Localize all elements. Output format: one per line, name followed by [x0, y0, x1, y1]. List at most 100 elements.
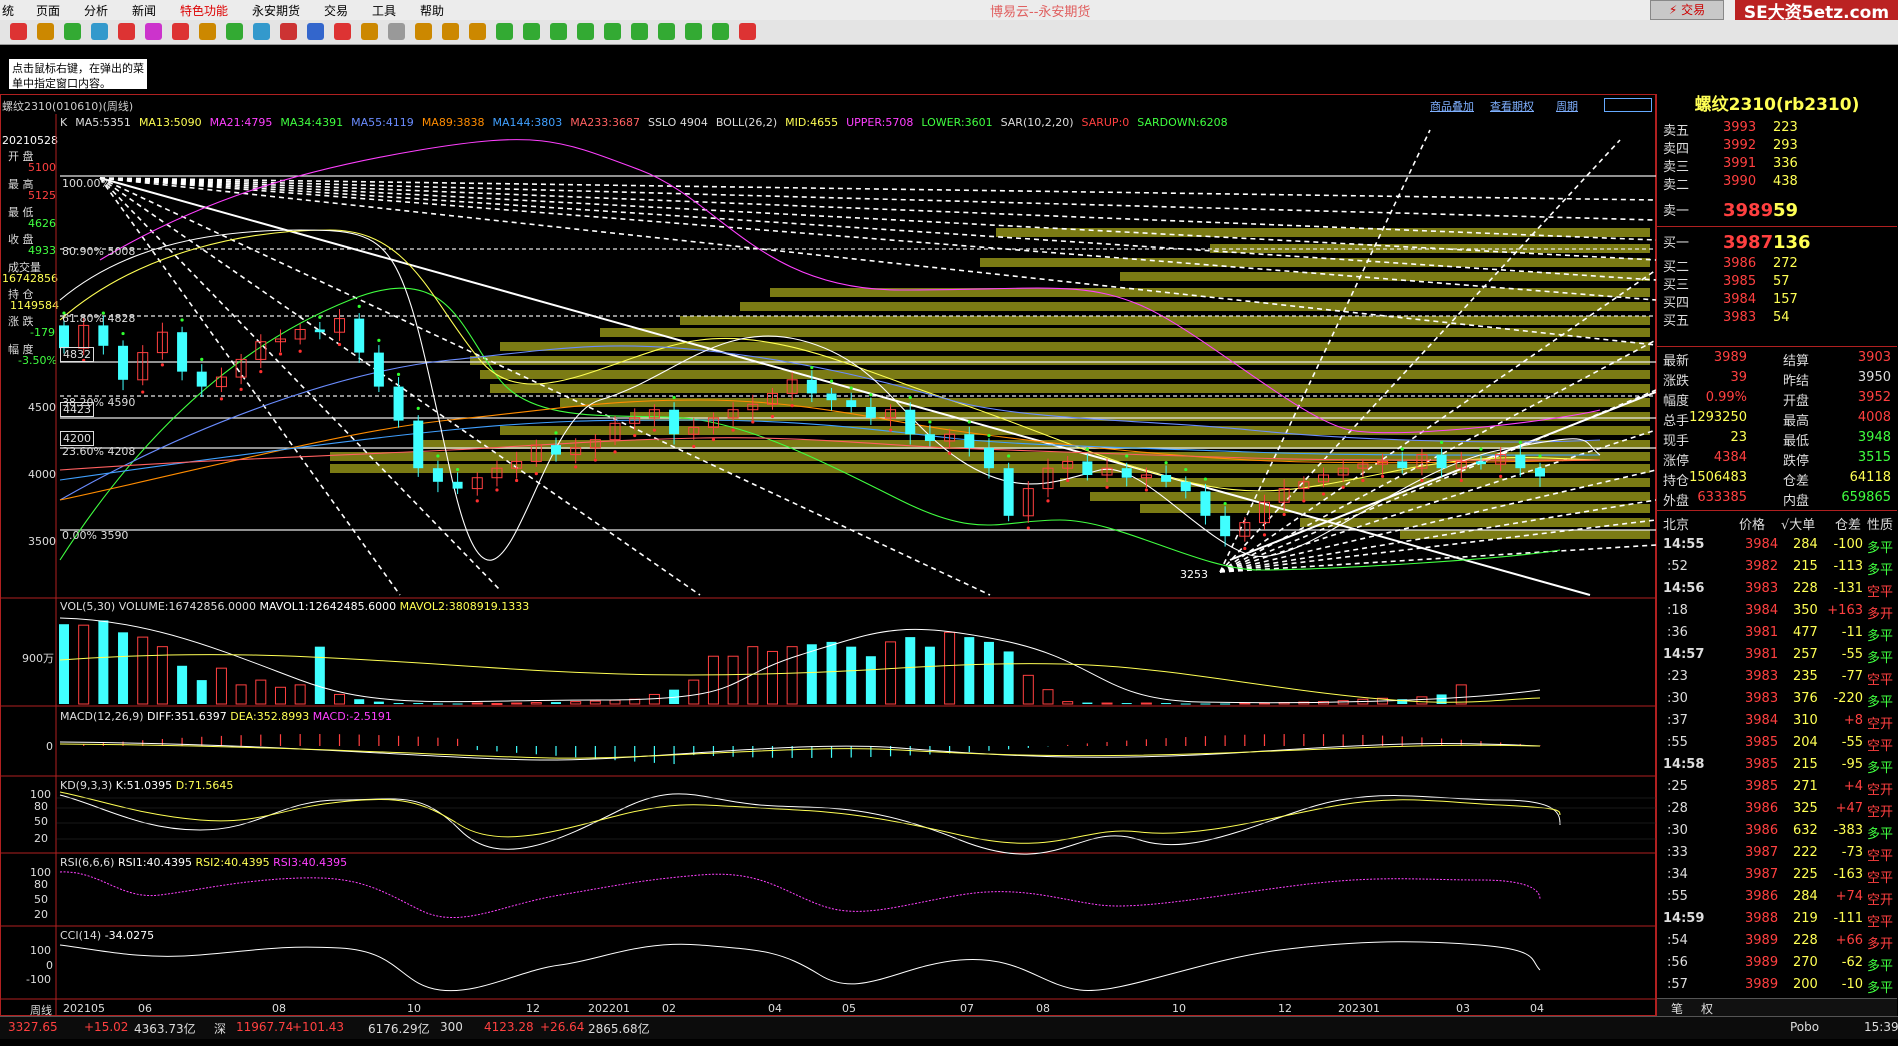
ask-row[interactable]: 卖五 3993 223: [1661, 118, 1897, 139]
tick-time: 14:59: [1663, 911, 1705, 926]
fib-0: 0.00% 3590: [62, 529, 129, 542]
cci-title: CCI(14): [60, 929, 102, 942]
tick-type: 空平: [1867, 915, 1894, 930]
tab-ticks[interactable]: 笔: [1671, 1000, 1683, 1017]
volume-bar: [688, 679, 700, 705]
ask-price: 3990: [1723, 174, 1757, 189]
candle-body: [373, 352, 384, 387]
candle-body: [1220, 515, 1231, 537]
volume-bar: [1220, 703, 1231, 705]
bid-row[interactable]: 买三 3985 57: [1661, 272, 1897, 293]
quote-label: 内盘: [1783, 494, 1810, 509]
bid-row[interactable]: 买五 3983 54: [1661, 308, 1897, 329]
sar-dot: [1282, 512, 1286, 517]
status-bar: 3327.65 +15.02 4363.73亿 深 11967.74 +101.43 617…: [0, 1016, 1898, 1039]
rsi-2: RSI2:40.4395: [195, 856, 270, 869]
tick-row: :55 3986 284 +74 空开: [1657, 886, 1897, 908]
volume-bar: [1042, 689, 1054, 705]
volume-bar: [1416, 696, 1428, 705]
macd-macd: MACD:-2.5191: [312, 710, 392, 723]
sar-dot: [200, 357, 204, 361]
quote-value: 1293250: [1689, 410, 1747, 425]
tick-volume: 219: [1793, 911, 1818, 926]
tick-volume: 270: [1793, 955, 1818, 970]
tick-volume: 200: [1793, 977, 1818, 992]
bid-row[interactable]: 买四 3984 157: [1661, 290, 1897, 311]
volume-bar: [1101, 702, 1113, 705]
volume-bar: [1062, 701, 1074, 705]
candle-body: [1161, 475, 1172, 482]
volume-bar: [924, 646, 935, 704]
volume-bar: [1003, 651, 1014, 704]
tick-time: :18: [1667, 603, 1688, 618]
volume-bar: [1082, 702, 1093, 704]
tick-volume: 228: [1793, 581, 1818, 596]
ask-row[interactable]: 卖四 3992 293: [1661, 136, 1897, 157]
volume-profile-band: [1120, 272, 1650, 281]
tick-type: 多平: [1867, 981, 1894, 996]
sar-dot: [908, 395, 912, 400]
sar-dot: [1518, 440, 1522, 444]
tick-time: :57: [1667, 977, 1688, 992]
tick-volume: 477: [1793, 625, 1818, 640]
tick-price: 3983: [1745, 669, 1779, 684]
candle-body: [314, 329, 325, 333]
volume-profile-band: [490, 384, 1650, 393]
volume-profile-band: [500, 342, 1650, 351]
tick-type: 空平: [1867, 871, 1894, 886]
tick-oi: -55: [1841, 735, 1863, 750]
tick-oi: -163: [1833, 867, 1863, 882]
tab-rights[interactable]: 权: [1701, 1000, 1713, 1017]
sar-dot: [377, 338, 381, 342]
mavol1-line: [59, 617, 1541, 704]
tick-type: 空平: [1867, 585, 1894, 600]
status-item: 300: [440, 1020, 463, 1034]
tick-col-time: 北京: [1663, 518, 1690, 533]
ask-row[interactable]: 卖二 3990 438: [1661, 172, 1897, 193]
bid-label: 买五: [1663, 314, 1690, 329]
quote-value: 64118: [1849, 470, 1891, 485]
candle-body: [964, 434, 975, 448]
sar-dot: [456, 467, 460, 472]
quote-panel: 螺纹2310(rb2310) 卖五 3993 223 卖四 3992 293 卖三 3991 3…: [1656, 94, 1898, 1017]
bid-row[interactable]: 买一 3987 136: [1661, 230, 1897, 254]
ask-row[interactable]: 卖一 3989 59: [1661, 198, 1897, 222]
ask-row[interactable]: 卖三 3991 336: [1661, 154, 1897, 175]
kd-y50: 50: [34, 815, 48, 828]
x-tick: 12: [526, 1002, 540, 1015]
trade-button[interactable]: ⚡ 交易: [1650, 0, 1724, 20]
macd-legend: MACD(12,26,9) DIFF:351.6397 DEA:352.8993…: [60, 710, 392, 723]
sar-dot: [1066, 478, 1070, 483]
candle-body: [413, 420, 424, 469]
volume-bar: [373, 701, 384, 704]
sar-dot: [436, 454, 440, 458]
tick-type: 空开: [1867, 893, 1894, 908]
ask-label: 卖一: [1663, 204, 1690, 219]
candle-body: [865, 407, 876, 418]
orderbook-divider: [1657, 226, 1897, 227]
sar-dot: [574, 465, 578, 469]
sar-dot: [1380, 474, 1385, 478]
sar-dot: [1243, 546, 1247, 551]
sar-dot: [810, 365, 814, 370]
tick-price: 3985: [1745, 779, 1779, 794]
tick-row: :57 3989 200 -10 多平: [1657, 974, 1897, 996]
kd-y80: 80: [34, 800, 48, 813]
bid-label: 买一: [1663, 236, 1690, 251]
ask-price: 3991: [1723, 156, 1757, 171]
tick-price: 3983: [1745, 581, 1779, 596]
tick-oi: -111: [1833, 911, 1863, 926]
volume-bar: [786, 646, 798, 705]
rsi-3: RSI3:40.4395: [273, 856, 348, 869]
bid-row[interactable]: 买二 3986 272: [1661, 254, 1897, 275]
sar-dot: [1125, 454, 1129, 458]
volume-bar: [59, 624, 69, 704]
sar-dot: [1440, 440, 1444, 444]
tick-volume: 632: [1793, 823, 1818, 838]
vol-title: VOL(5,30): [60, 600, 116, 613]
volume-profile-band: [600, 328, 1650, 337]
tick-time: :30: [1667, 823, 1688, 838]
candle-body: [551, 445, 561, 455]
bid-volume: 136: [1773, 232, 1811, 253]
tick-type: 多平: [1867, 651, 1894, 666]
